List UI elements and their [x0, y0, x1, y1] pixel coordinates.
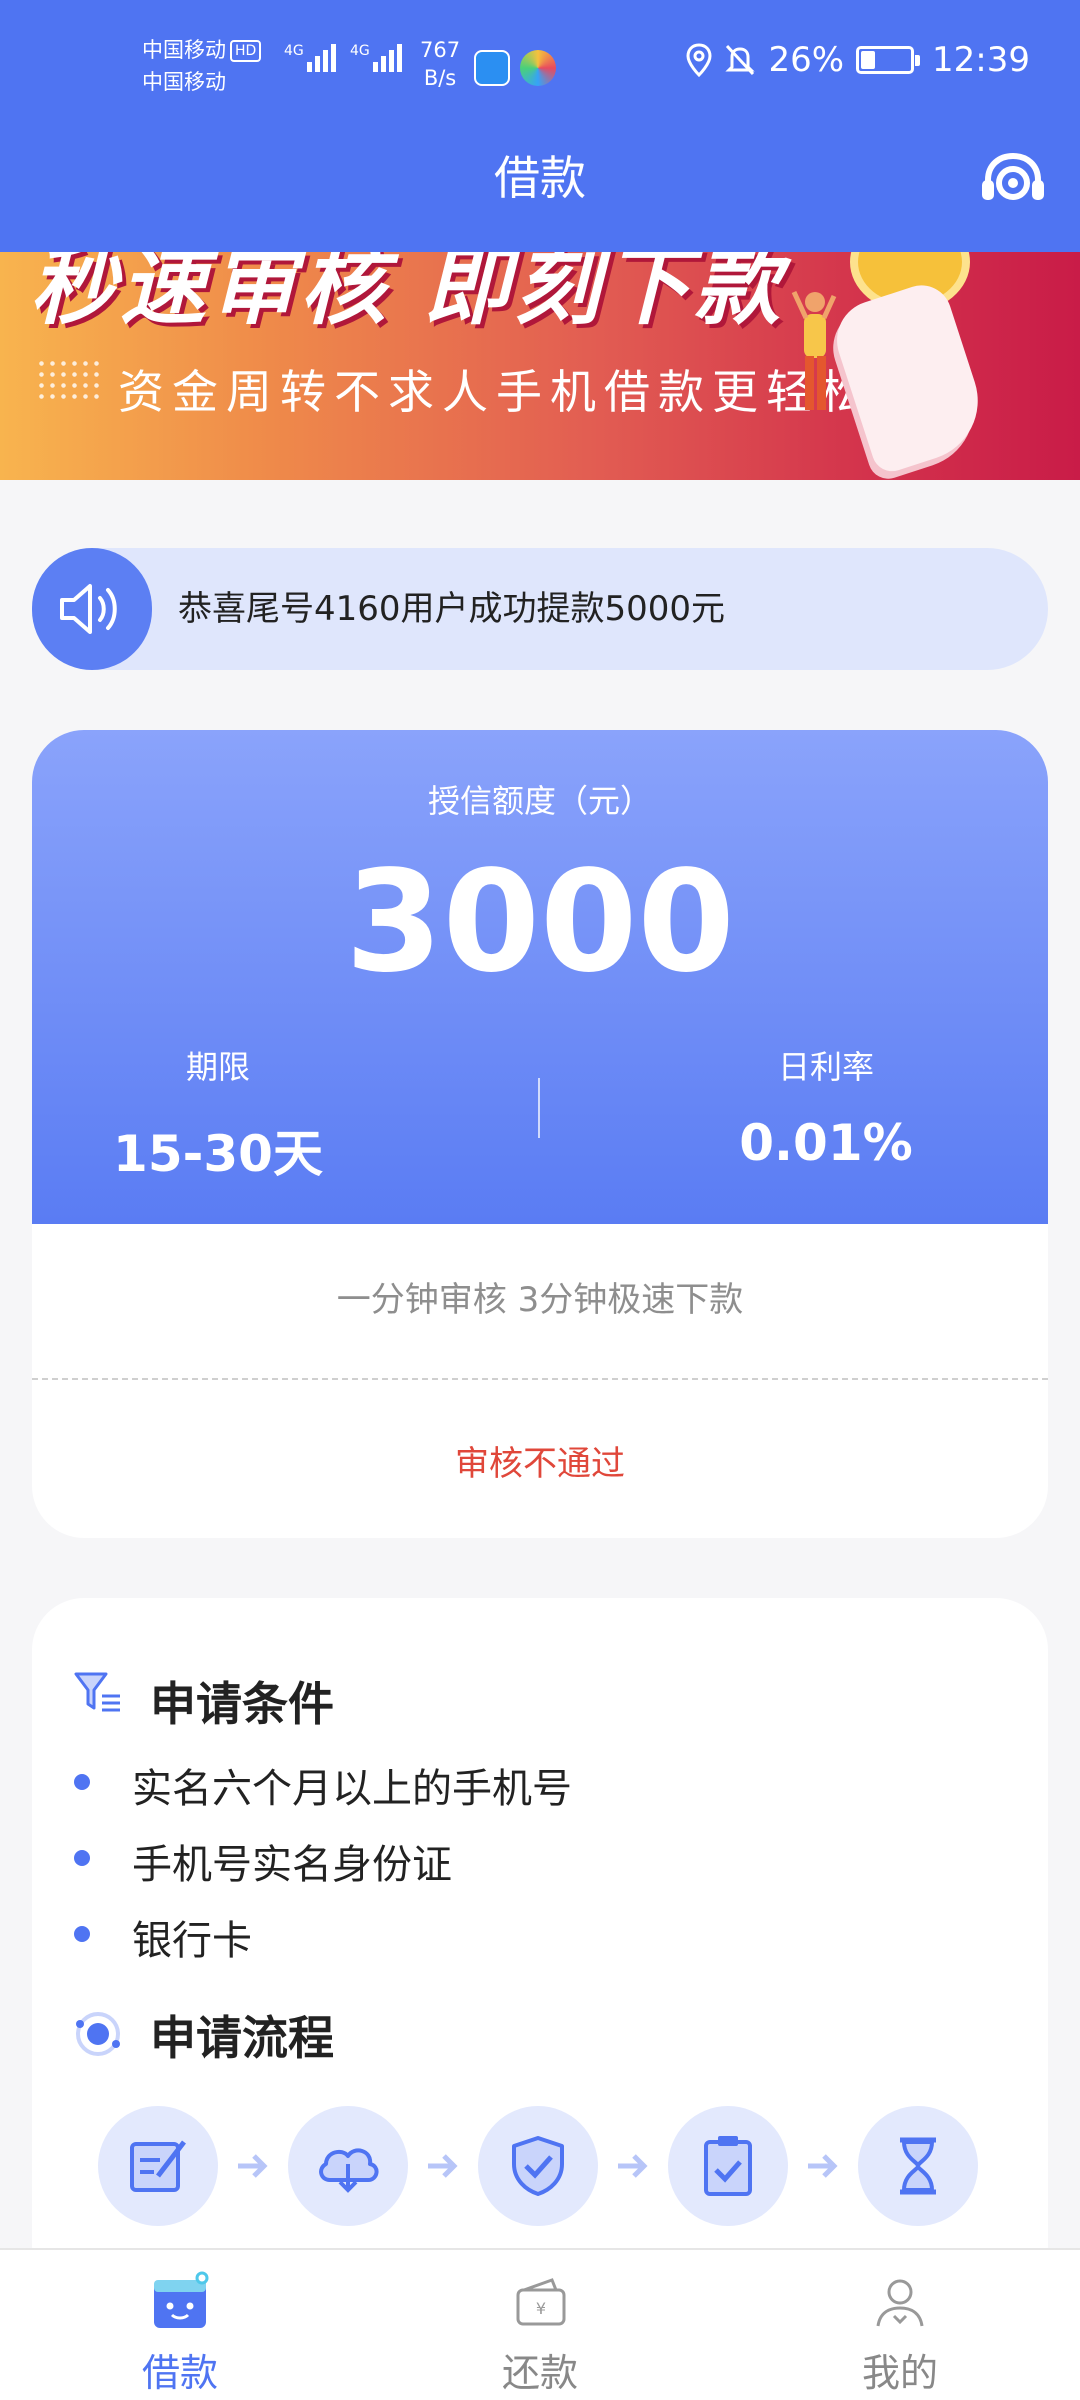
term-column: 期限 15-30天: [68, 1042, 368, 1186]
app-header: 中国移动 HD 中国移动 4G 4G 767 B/s 26% 12:39 借款: [0, 0, 1080, 252]
step-cloud: [288, 2106, 408, 2226]
bullet: [74, 1850, 90, 1866]
edit-form-icon: [130, 2140, 186, 2192]
person-illustration-icon: [791, 290, 837, 410]
cloud-download-icon: [319, 2148, 379, 2193]
carrier-2: 中国移动: [142, 70, 226, 94]
dashed-divider: [32, 1378, 1048, 1380]
term-label: 期限: [185, 1048, 250, 1086]
tab-loan[interactable]: 借款: [0, 2250, 360, 2400]
page-title: 借款: [494, 151, 586, 205]
bullet: [74, 1926, 90, 1942]
browser-app-icon: [520, 50, 556, 86]
conditions-card: 申请条件 实名六个月以上的手机号 手机号实名身份证 银行卡 申请流程: [32, 1598, 1048, 2298]
mute-bell-icon: [725, 44, 756, 76]
term-value: 15-30天: [113, 1125, 323, 1183]
net-speed: 767 B/s: [420, 38, 461, 90]
review-status-button[interactable]: 审核不通过: [32, 1436, 1048, 1485]
location-icon: [686, 43, 712, 77]
tab-repay[interactable]: ¥ 还款: [360, 2250, 720, 2400]
wifi-app-icon: [474, 50, 510, 86]
signal-1-icon: 4G: [284, 44, 339, 72]
shield-check-icon: [512, 2136, 564, 2196]
condition-item-1: 实名六个月以上的手机号: [132, 1766, 572, 1812]
conditions-title: 申请条件: [150, 1677, 334, 1731]
credit-summary: 授信额度（元） 3000 期限 15-30天 日利率 0.01%: [32, 730, 1048, 1224]
notice-bar: 恭喜尾号4160用户成功提款5000元: [32, 548, 1048, 670]
condition-item-2: 手机号实名身份证: [132, 1842, 452, 1888]
tab-repay-label: 还款: [501, 2351, 578, 2395]
process-title: 申请流程: [150, 2011, 334, 2065]
loan-icon: [154, 2271, 209, 2328]
credit-label: 授信额度（元）: [427, 782, 652, 820]
rate-value: 0.01%: [739, 1114, 913, 1172]
bullet: [74, 1774, 90, 1790]
condition-item-3: 银行卡: [132, 1918, 252, 1964]
rate-column: 日利率 0.01%: [676, 1042, 976, 1172]
battery-percent: 26%: [768, 40, 845, 80]
credit-divider: [538, 1078, 540, 1138]
credit-slogan: 一分钟审核 3分钟极速下款: [336, 1280, 744, 1320]
process-orbit-icon: [76, 2012, 120, 2056]
tab-mine[interactable]: 我的: [720, 2250, 1080, 2400]
speaker-icon-wrap: [32, 548, 152, 670]
rate-label: 日利率: [777, 1048, 874, 1086]
arrow-right-icon: [428, 2154, 458, 2178]
credit-amount: 3000: [345, 841, 735, 1004]
banner-subline: 资金周转不求人手机借款更轻松: [118, 365, 874, 419]
svg-text:¥: ¥: [536, 2299, 546, 2318]
carrier-1: 中国移动: [142, 38, 226, 62]
status-bar: 中国移动 HD 中国移动 4G 4G 767 B/s 26% 12:39: [0, 0, 1080, 130]
step-hourglass: [858, 2106, 978, 2226]
arrow-right-icon: [238, 2154, 268, 2178]
filter-list-icon: [74, 1672, 120, 1712]
signal-2-icon: 4G: [350, 44, 405, 72]
banner-headline: 秒速审核 即刻下款: [30, 252, 784, 337]
tab-mine-label: 我的: [861, 2351, 938, 2395]
step-edit: [98, 2106, 218, 2226]
profile-icon: [876, 2279, 924, 2327]
hd-badge: HD: [230, 40, 262, 62]
repay-wallet-icon: ¥: [516, 2278, 566, 2326]
clock: 12:39: [932, 40, 1030, 80]
hourglass-icon: [900, 2137, 936, 2195]
tab-loan-label: 借款: [141, 2351, 218, 2395]
carrier-info: 中国移动 HD 中国移动: [142, 34, 262, 98]
status-right: 26% 12:39: [686, 40, 1030, 80]
scroll-illustration-icon: [826, 277, 994, 477]
notice-text: 恭喜尾号4160用户成功提款5000元: [178, 589, 726, 629]
promo-banner[interactable]: 秒速审核 即刻下款 资金周转不求人手机借款更轻松: [0, 252, 1080, 480]
step-clipboard: [668, 2106, 788, 2226]
speaker-icon: [60, 584, 117, 634]
customer-service-icon[interactable]: [978, 150, 1048, 210]
arrow-right-icon: [618, 2154, 648, 2178]
step-shield: [478, 2106, 598, 2226]
bottom-tab-bar: 借款 ¥ 还款 我的: [0, 2248, 1080, 2400]
arrow-right-icon: [808, 2154, 838, 2178]
battery-icon: [856, 46, 921, 74]
credit-card: 授信额度（元） 3000 期限 15-30天 日利率 0.01% 一分钟审核 3…: [32, 730, 1048, 1538]
banner-dots: [36, 358, 100, 402]
clipboard-check-icon: [704, 2136, 752, 2196]
